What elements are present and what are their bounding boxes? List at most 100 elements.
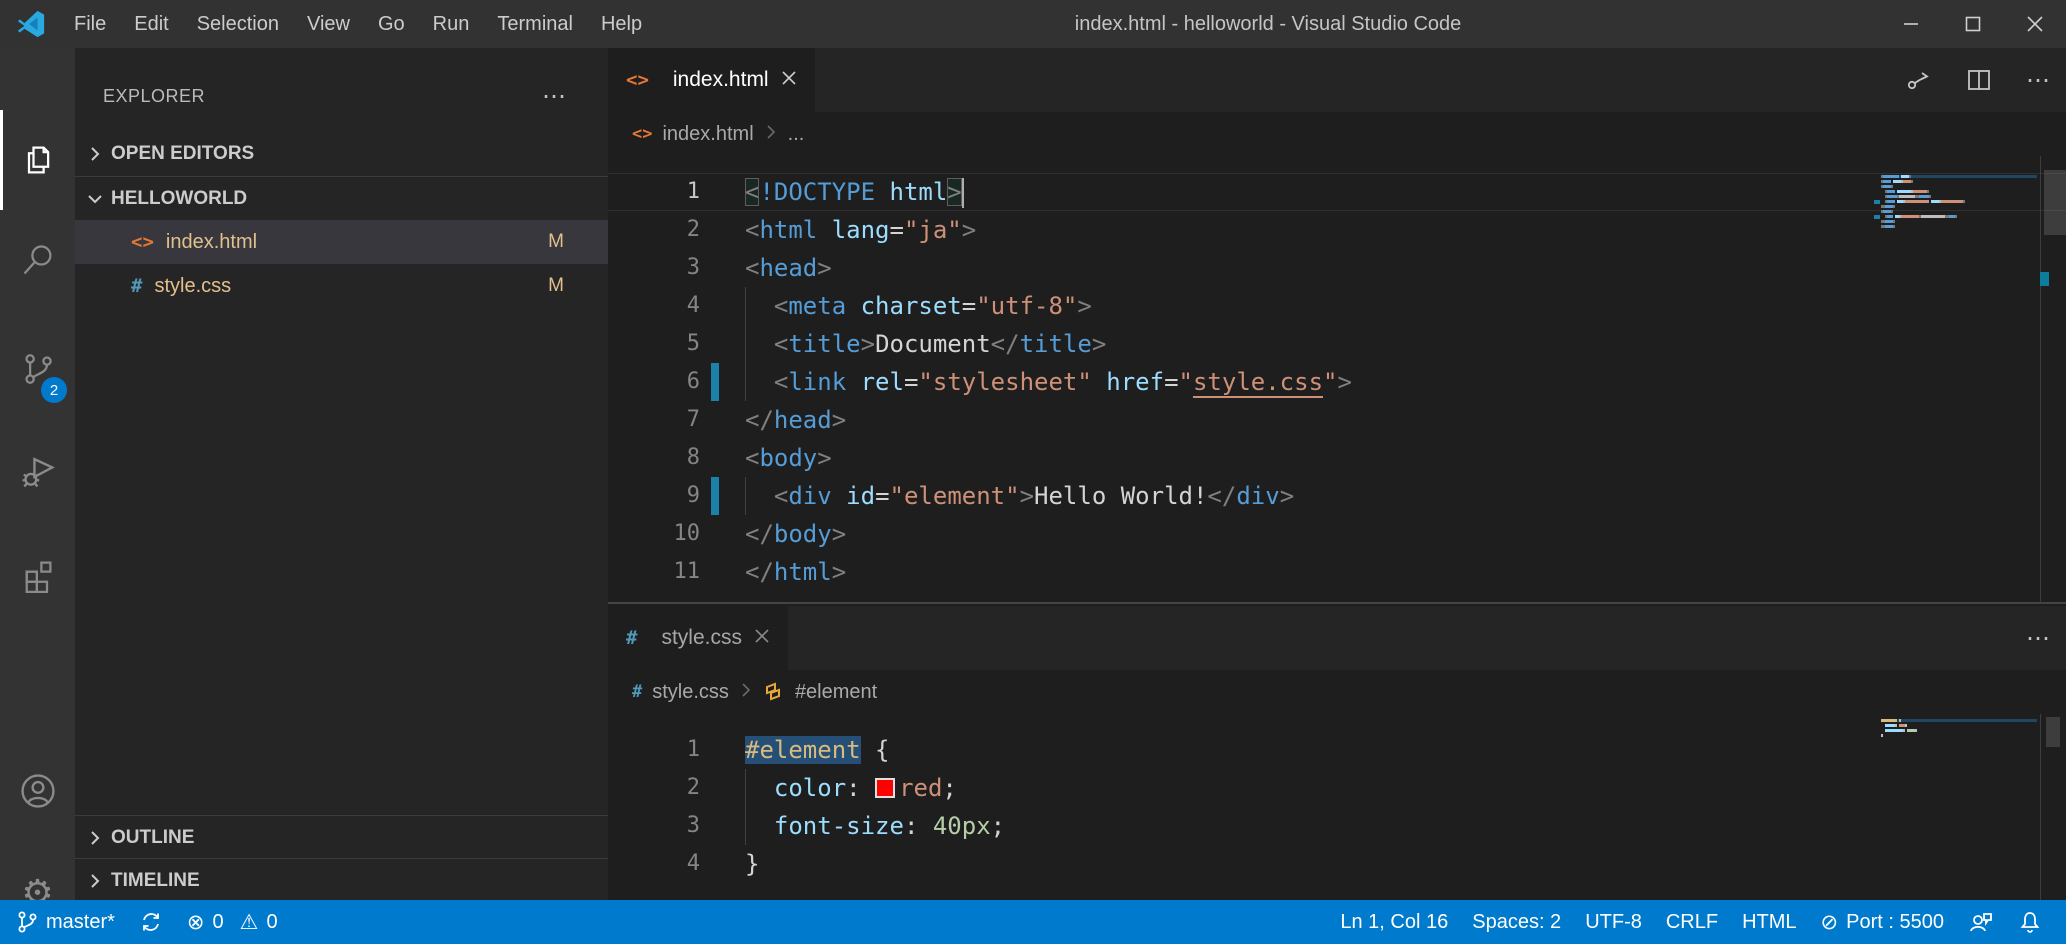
code-line-7[interactable]: 7</head> xyxy=(608,401,2066,439)
eol-setting[interactable]: CRLF xyxy=(1654,900,1730,944)
search-activity-button[interactable] xyxy=(0,232,75,288)
more-actions-icon[interactable]: ⋯ xyxy=(2026,66,2052,95)
code-line-11[interactable]: 11</html> xyxy=(608,553,2066,591)
breadcrumb-symbol[interactable]: ... xyxy=(788,123,805,146)
css-rule-icon xyxy=(763,681,785,703)
account-icon xyxy=(19,772,57,810)
code-editor-index-html[interactable]: 1<!DOCTYPE html>2<html lang="ja">3<head>… xyxy=(608,156,2066,602)
git-modified-badge: M xyxy=(548,275,564,297)
code-line-4[interactable]: 4 <meta charset="utf-8"> xyxy=(608,287,2066,325)
close-window-button[interactable] xyxy=(2004,0,2066,48)
code-line-2[interactable]: 2<html lang="ja"> xyxy=(608,211,2066,249)
line-number: 1 xyxy=(608,173,700,211)
tab-index-html[interactable]: <> index.html xyxy=(608,48,815,112)
close-tab-icon[interactable] xyxy=(754,628,770,649)
account-button[interactable] xyxy=(0,763,75,819)
menu-file[interactable]: File xyxy=(60,13,120,36)
more-actions-icon[interactable]: ⋯ xyxy=(2026,624,2052,653)
tab-label: style.css xyxy=(661,626,742,650)
sync-button[interactable] xyxy=(127,900,175,944)
status-bar: master* ⊗ 0 ⚠ 0 Ln 1, Col 16 Spaces: 2 U… xyxy=(0,900,2066,944)
indentation-setting[interactable]: Spaces: 2 xyxy=(1460,900,1573,944)
close-tab-icon[interactable] xyxy=(781,70,797,91)
line-number: 9 xyxy=(608,477,700,515)
tab-style-css[interactable]: # style.css xyxy=(608,606,788,670)
encoding-setting[interactable]: UTF-8 xyxy=(1573,900,1654,944)
bell-icon xyxy=(2018,910,2042,934)
folder-label: HELLOWORLD xyxy=(111,188,247,210)
file-name: index.html xyxy=(166,231,548,254)
activity-bar: 2 ⚙ xyxy=(0,48,75,900)
extensions-activity-button[interactable] xyxy=(0,547,75,603)
file-item-style-css[interactable]: # style.css M xyxy=(75,264,608,308)
run-debug-activity-button[interactable] xyxy=(0,443,75,499)
menu-run[interactable]: Run xyxy=(419,13,484,36)
code-line-5[interactable]: 5 <title>Document</title> xyxy=(608,325,2066,363)
code-line-1[interactable]: 1<!DOCTYPE html> xyxy=(608,173,2066,211)
file-item-index-html[interactable]: <> index.html M xyxy=(75,220,608,264)
breadcrumb-bottom[interactable]: # style.css #element xyxy=(608,670,2066,714)
menu-help[interactable]: Help xyxy=(587,13,656,36)
file-name: style.css xyxy=(154,275,548,298)
code-editor-style-css[interactable]: 1#element {2 color: red;3 font-size: 40p… xyxy=(608,714,2066,900)
timeline-label: TIMELINE xyxy=(111,870,200,892)
errors-icon: ⊗ xyxy=(187,910,205,934)
sidebar-title: EXPLORER xyxy=(103,86,542,107)
menu-go[interactable]: Go xyxy=(364,13,419,36)
code-line-8[interactable]: 8<body> xyxy=(608,439,2066,477)
scrollbar-thumb[interactable] xyxy=(2044,170,2066,235)
menu-view[interactable]: View xyxy=(293,13,364,36)
chevron-down-icon xyxy=(87,191,103,207)
modified-line-gutter-marker xyxy=(711,477,719,515)
minimap[interactable] xyxy=(1881,175,2037,230)
timeline-section[interactable]: TIMELINE xyxy=(75,858,608,902)
line-number: 5 xyxy=(608,325,700,363)
line-number: 11 xyxy=(608,553,700,591)
code-line-10[interactable]: 10</body> xyxy=(608,515,2066,553)
folder-section[interactable]: HELLOWORLD xyxy=(75,176,608,220)
breadcrumb-symbol[interactable]: #element xyxy=(795,681,877,704)
html-file-icon: <> xyxy=(626,69,649,91)
split-editor-icon[interactable] xyxy=(1966,67,1992,93)
explorer-more-actions-icon[interactable]: ⋯ xyxy=(542,82,568,111)
line-number: 3 xyxy=(608,249,700,287)
menu-terminal[interactable]: Terminal xyxy=(483,13,587,36)
language-mode[interactable]: HTML xyxy=(1730,900,1808,944)
code-line-2[interactable]: 2 color: red; xyxy=(608,769,2066,807)
code-line-9[interactable]: 9 <div id="element">Hello World!</div> xyxy=(608,477,2066,515)
cursor-position[interactable]: Ln 1, Col 16 xyxy=(1328,900,1460,944)
scrollbar-thumb[interactable] xyxy=(2046,717,2060,747)
editor-actions: ⋯ xyxy=(2026,606,2052,670)
tab-bar-top: <> index.html ⋯ xyxy=(608,48,2066,112)
scm-badge: 2 xyxy=(41,377,67,403)
live-server-port[interactable]: ⊘ Port : 5500 xyxy=(1809,900,1956,944)
outline-section[interactable]: OUTLINE xyxy=(75,815,608,859)
notifications-button[interactable] xyxy=(2006,900,2058,944)
line-number: 10 xyxy=(608,515,700,553)
menu-edit[interactable]: Edit xyxy=(120,13,182,36)
menu-selection[interactable]: Selection xyxy=(183,13,293,36)
minimize-button[interactable] xyxy=(1880,0,1942,48)
minimap[interactable] xyxy=(1881,719,2037,739)
line-number: 2 xyxy=(608,769,700,807)
close-icon xyxy=(2026,15,2044,33)
code-line-3[interactable]: 3 font-size: 40px; xyxy=(608,807,2066,845)
branch-indicator[interactable]: master* xyxy=(0,900,127,944)
open-changes-icon[interactable] xyxy=(1906,67,1932,93)
source-control-activity-button[interactable]: 2 xyxy=(0,341,75,397)
breadcrumb-file[interactable]: style.css xyxy=(652,681,729,704)
maximize-button[interactable] xyxy=(1942,0,2004,48)
code-line-1[interactable]: 1#element { xyxy=(608,731,2066,769)
open-editors-section[interactable]: OPEN EDITORS xyxy=(75,132,608,176)
html-file-icon: <> xyxy=(131,231,154,253)
code-line-4[interactable]: 4} xyxy=(608,845,2066,883)
problems-indicator[interactable]: ⊗ 0 ⚠ 0 xyxy=(175,900,290,944)
breadcrumb-top[interactable]: <> index.html ... xyxy=(608,112,2066,156)
warnings-icon: ⚠ xyxy=(240,910,259,934)
code-line-3[interactable]: 3<head> xyxy=(608,249,2066,287)
explorer-activity-button[interactable] xyxy=(0,132,75,188)
feedback-button[interactable] xyxy=(1956,900,2006,944)
code-line-6[interactable]: 6 <link rel="stylesheet" href="style.css… xyxy=(608,363,2066,401)
errors-count: 0 xyxy=(213,911,224,934)
breadcrumb-file[interactable]: index.html xyxy=(662,123,753,146)
